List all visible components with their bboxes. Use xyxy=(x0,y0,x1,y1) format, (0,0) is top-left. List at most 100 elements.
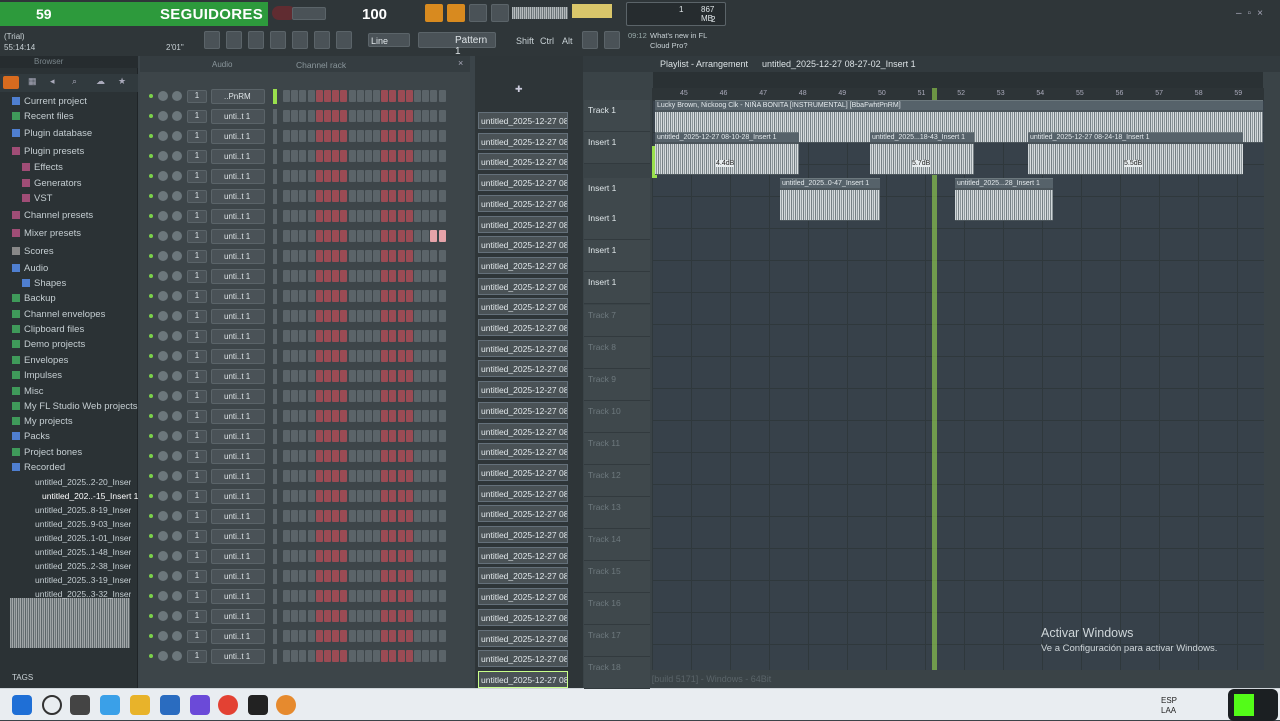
step-pad[interactable] xyxy=(291,450,299,462)
step-pad[interactable] xyxy=(414,150,421,162)
volume-knob[interactable] xyxy=(172,271,182,281)
step-pad[interactable] xyxy=(332,250,340,262)
step-pad[interactable] xyxy=(414,530,421,542)
step-pad[interactable] xyxy=(299,210,307,222)
step-pad[interactable] xyxy=(340,290,348,302)
step-pad[interactable] xyxy=(381,550,389,562)
step-pad[interactable] xyxy=(414,390,421,402)
step-sequencer[interactable] xyxy=(283,270,459,284)
step-pad[interactable] xyxy=(389,230,397,242)
audio-clip[interactable]: untitled_2025...28_Insert 1 xyxy=(955,178,1053,221)
step-pad[interactable] xyxy=(397,430,405,442)
mute-led-icon[interactable] xyxy=(149,474,153,478)
pattern-clip[interactable]: untitled_2025-12-27 08- xyxy=(478,381,568,399)
pan-knob[interactable] xyxy=(158,291,168,301)
channel-row[interactable]: 1 unti..t 1 xyxy=(145,648,463,666)
channel-select-led[interactable] xyxy=(273,509,277,524)
step-pad[interactable] xyxy=(315,470,323,482)
step-pad[interactable] xyxy=(291,370,299,382)
step-pad[interactable] xyxy=(332,270,340,282)
step-pad[interactable] xyxy=(389,310,397,322)
step-sequencer[interactable] xyxy=(283,470,459,484)
pan-knob[interactable] xyxy=(158,211,168,221)
step-pad[interactable] xyxy=(299,410,307,422)
volume-knob[interactable] xyxy=(172,551,182,561)
step-pad[interactable] xyxy=(340,510,348,522)
step-pad[interactable] xyxy=(422,250,430,262)
ruler-bar-number[interactable]: 46 xyxy=(720,90,728,97)
channel-row[interactable]: 1 unti..t 1 xyxy=(145,488,463,506)
step-pad[interactable] xyxy=(323,210,331,222)
pan-knob[interactable] xyxy=(158,171,168,181)
channel-name-button[interactable]: unti..t 1 xyxy=(211,429,265,444)
ruler-bar-number[interactable]: 55 xyxy=(1076,90,1084,97)
track-header-16[interactable]: Track 16 xyxy=(584,593,650,625)
step-pad[interactable] xyxy=(438,110,446,122)
step-pad[interactable] xyxy=(373,130,381,142)
step-pad[interactable] xyxy=(364,230,372,242)
copilot-icon[interactable] xyxy=(100,695,120,715)
channel-name-button[interactable]: unti..t 1 xyxy=(211,209,265,224)
step-pad[interactable] xyxy=(348,390,356,402)
volume-knob[interactable] xyxy=(172,591,182,601)
ruler-bar-number[interactable]: 50 xyxy=(878,90,886,97)
tags-label[interactable]: TAGS xyxy=(12,673,33,682)
step-pad[interactable] xyxy=(299,450,307,462)
step-pad[interactable] xyxy=(291,410,299,422)
mute-led-icon[interactable] xyxy=(149,94,153,98)
browser-item-vst[interactable]: VST xyxy=(22,193,52,204)
step-pad[interactable] xyxy=(332,550,340,562)
step-pad[interactable] xyxy=(364,590,372,602)
step-pad[interactable] xyxy=(422,330,430,342)
step-pad[interactable] xyxy=(438,390,446,402)
step-sequencer[interactable] xyxy=(283,410,459,424)
step-sequencer[interactable] xyxy=(283,650,459,664)
channel-select-led[interactable] xyxy=(273,129,277,144)
step-pad[interactable] xyxy=(332,570,340,582)
step-pad[interactable] xyxy=(438,630,446,642)
step-pad[interactable] xyxy=(299,170,307,182)
browser-item-recorded[interactable]: Recorded xyxy=(12,462,65,473)
step-pad[interactable] xyxy=(323,450,331,462)
window-controls[interactable]: –▫× xyxy=(1236,8,1276,19)
browser-item-project-bones[interactable]: Project bones xyxy=(12,447,82,458)
mute-led-icon[interactable] xyxy=(149,194,153,198)
step-pad[interactable] xyxy=(315,530,323,542)
ruler-bar-number[interactable]: 51 xyxy=(918,90,926,97)
step-pad[interactable] xyxy=(299,290,307,302)
step-pad[interactable] xyxy=(340,570,348,582)
pattern-clip[interactable]: untitled_2025-12-27 08- xyxy=(478,505,568,523)
channel-name-button[interactable]: unti..t 1 xyxy=(211,269,265,284)
step-pad[interactable] xyxy=(430,330,438,342)
step-pad[interactable] xyxy=(307,610,315,622)
step-pad[interactable] xyxy=(397,610,405,622)
step-pad[interactable] xyxy=(299,610,307,622)
volume-knob[interactable] xyxy=(172,431,182,441)
pan-knob[interactable] xyxy=(158,591,168,601)
step-pad[interactable] xyxy=(323,470,331,482)
step-pad[interactable] xyxy=(414,550,421,562)
step-pad[interactable] xyxy=(307,450,315,462)
step-pad[interactable] xyxy=(340,650,348,662)
step-pad[interactable] xyxy=(414,110,421,122)
pattern-clip[interactable]: untitled_2025-12-27 08- xyxy=(478,422,568,440)
recorded-file-item[interactable]: untitled_2025..8-19_Insert 1 xyxy=(35,505,131,515)
step-pad[interactable] xyxy=(348,490,356,502)
step-pad[interactable] xyxy=(389,270,397,282)
step-pad[interactable] xyxy=(438,170,446,182)
step-pad[interactable] xyxy=(397,630,405,642)
step-pad[interactable] xyxy=(332,610,340,622)
step-pad[interactable] xyxy=(389,330,397,342)
windows-start-icon[interactable] xyxy=(12,695,32,715)
track-header-6[interactable]: Insert 1 xyxy=(584,272,650,304)
channel-row[interactable]: 1 unti..t 1 xyxy=(145,288,463,306)
channel-select-led[interactable] xyxy=(273,449,277,464)
step-pad[interactable] xyxy=(381,610,389,622)
channel-select-led[interactable] xyxy=(273,529,277,544)
mute-led-icon[interactable] xyxy=(149,654,153,658)
step-pad[interactable] xyxy=(397,450,405,462)
pattern-clip[interactable]: untitled_2025-12-27 08- xyxy=(478,215,568,233)
step-pad[interactable] xyxy=(299,570,307,582)
step-pad[interactable] xyxy=(307,170,315,182)
step-pad[interactable] xyxy=(364,170,372,182)
